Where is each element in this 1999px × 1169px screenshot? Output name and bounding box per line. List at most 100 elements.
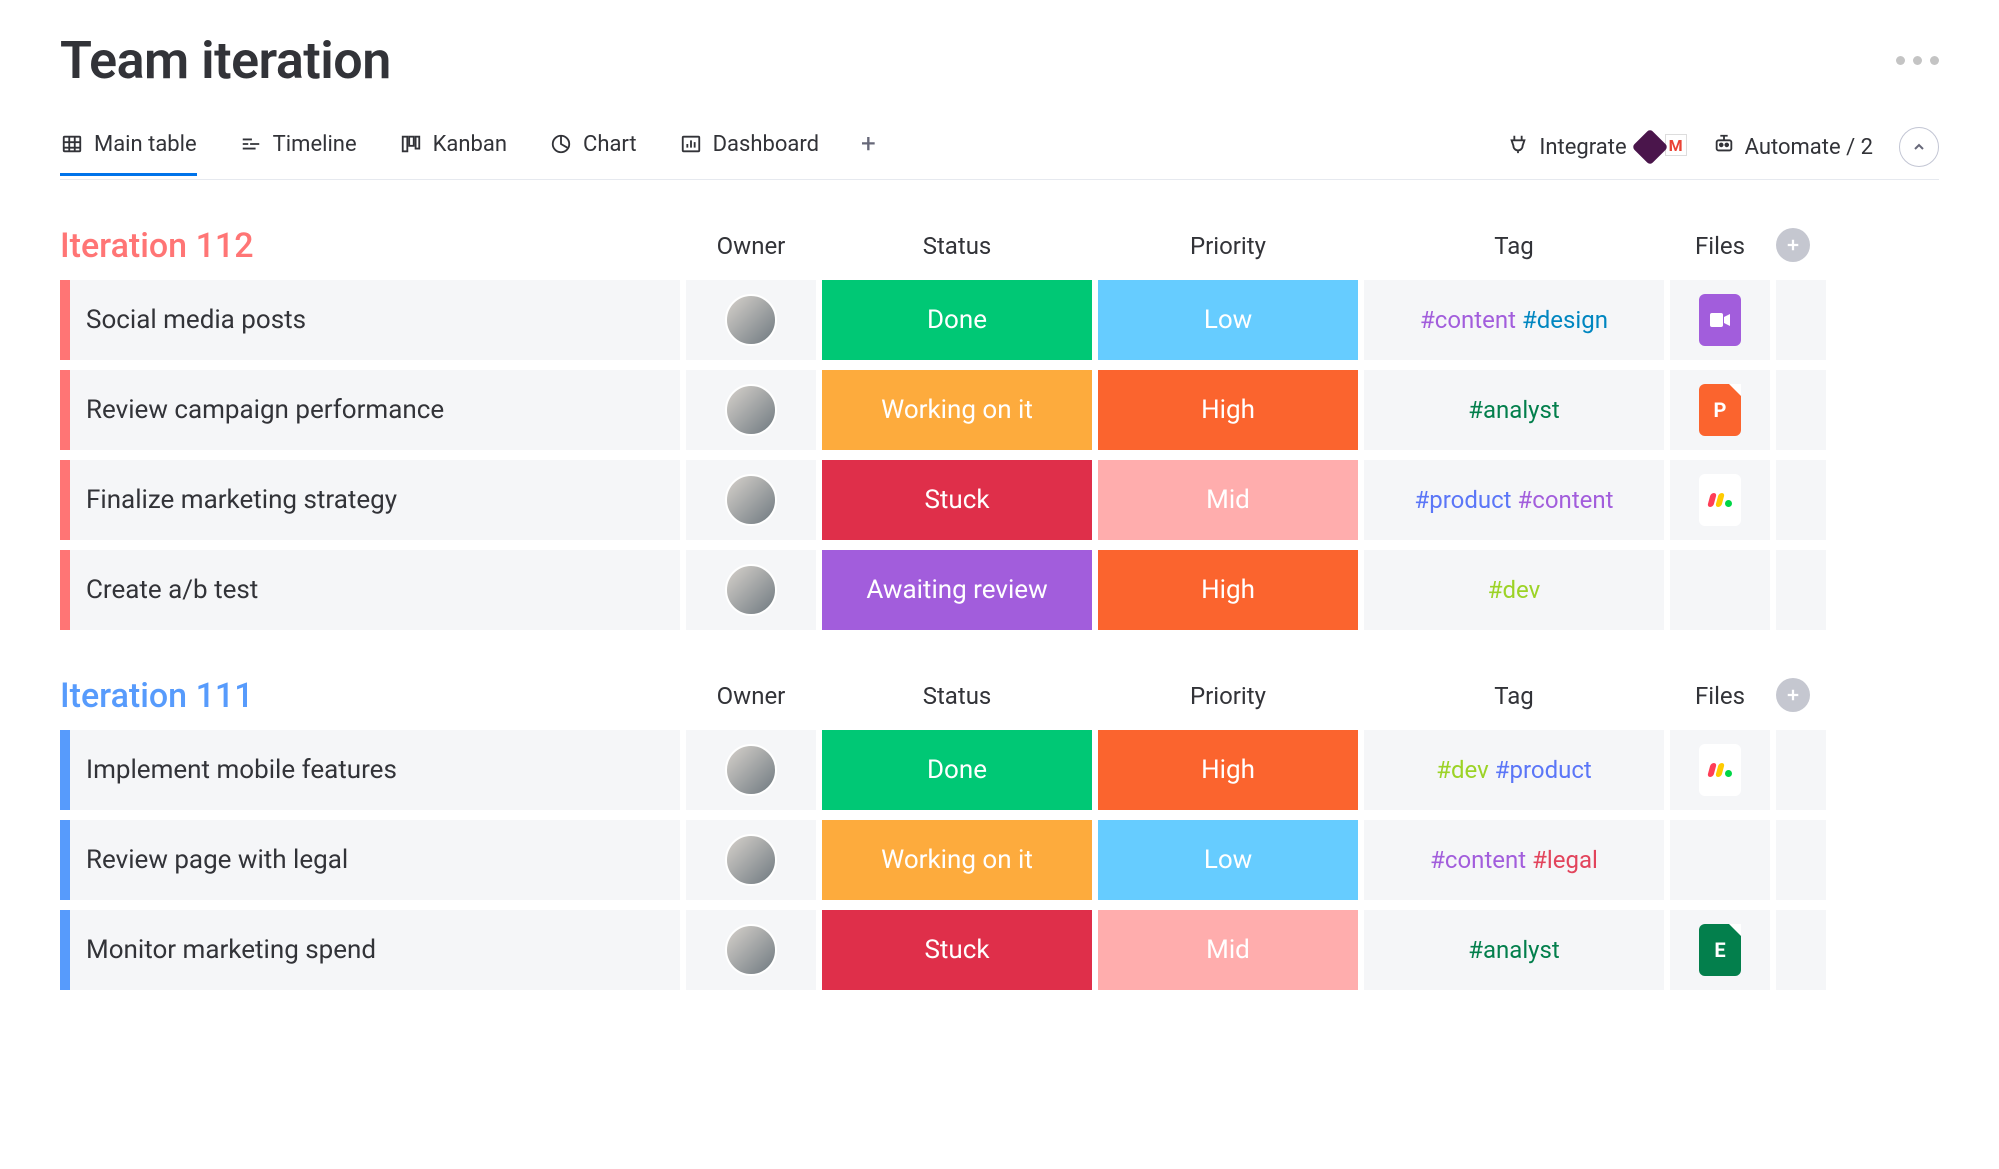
priority-cell[interactable]: Low <box>1098 280 1358 360</box>
file-cell[interactable] <box>1670 820 1770 900</box>
column-header-priority[interactable]: Priority <box>1098 682 1358 716</box>
view-tab-dashboard[interactable]: Dashboard <box>679 132 819 175</box>
owner-cell[interactable] <box>686 910 816 990</box>
column-header-status[interactable]: Status <box>822 682 1092 716</box>
add-column-button[interactable] <box>1776 228 1810 262</box>
file-cell[interactable] <box>1670 460 1770 540</box>
owner-cell[interactable] <box>686 820 816 900</box>
table-row[interactable]: Monitor marketing spend StuckMid #analyst E <box>60 910 1939 990</box>
avatar <box>725 744 777 796</box>
row-extra-cell <box>1776 910 1826 990</box>
column-header-owner[interactable]: Owner <box>686 682 816 716</box>
views-bar: Main tableTimelineKanbanChartDashboard+ … <box>60 127 1939 180</box>
avatar <box>725 384 777 436</box>
column-header-tag[interactable]: Tag <box>1364 232 1664 266</box>
view-tab-chart[interactable]: Chart <box>549 132 637 175</box>
collapse-button[interactable] <box>1899 127 1939 167</box>
file-cell[interactable] <box>1670 550 1770 630</box>
task-name-cell[interactable]: Implement mobile features <box>60 730 680 810</box>
file-cell[interactable] <box>1670 280 1770 360</box>
view-tab-label: Kanban <box>433 132 507 157</box>
tag-cell[interactable]: #content#design <box>1364 280 1664 360</box>
group: Iteration 111OwnerStatusPriorityTagFiles… <box>60 676 1939 990</box>
tag[interactable]: #product <box>1495 756 1592 784</box>
view-tab-kanban[interactable]: Kanban <box>399 132 507 175</box>
column-header-files[interactable]: Files <box>1670 232 1770 266</box>
add-view-button[interactable]: + <box>861 129 876 177</box>
file-icon: P <box>1699 384 1741 436</box>
owner-cell[interactable] <box>686 730 816 810</box>
column-header-files[interactable]: Files <box>1670 682 1770 716</box>
priority-cell[interactable]: High <box>1098 550 1358 630</box>
file-icon: E <box>1699 924 1741 976</box>
task-name-cell[interactable]: Monitor marketing spend <box>60 910 680 990</box>
task-name-cell[interactable]: Finalize marketing strategy <box>60 460 680 540</box>
task-name-cell[interactable]: Create a/b test <box>60 550 680 630</box>
owner-cell[interactable] <box>686 460 816 540</box>
tag[interactable]: #analyst <box>1468 936 1560 964</box>
kanban-icon <box>399 132 423 156</box>
tag[interactable]: #design <box>1522 306 1608 334</box>
file-cell[interactable]: P <box>1670 370 1770 450</box>
priority-cell[interactable]: Mid <box>1098 910 1358 990</box>
view-tab-label: Chart <box>583 132 637 157</box>
tag-cell[interactable]: #dev#product <box>1364 730 1664 810</box>
status-cell[interactable]: Stuck <box>822 910 1092 990</box>
status-cell[interactable]: Awaiting review <box>822 550 1092 630</box>
priority-cell[interactable]: Low <box>1098 820 1358 900</box>
file-cell[interactable] <box>1670 730 1770 810</box>
more-options-button[interactable] <box>1896 56 1939 65</box>
view-tab-timeline[interactable]: Timeline <box>239 132 357 175</box>
view-tab-main-table[interactable]: Main table <box>60 132 197 175</box>
column-header-owner[interactable]: Owner <box>686 232 816 266</box>
status-cell[interactable]: Working on it <box>822 820 1092 900</box>
row-extra-cell <box>1776 370 1826 450</box>
priority-cell[interactable]: High <box>1098 730 1358 810</box>
table-row[interactable]: Review page with legalWorking on itLow#c… <box>60 820 1939 900</box>
tag[interactable]: #analyst <box>1468 396 1560 424</box>
column-header-status[interactable]: Status <box>822 232 1092 266</box>
tag[interactable]: #product <box>1415 486 1512 514</box>
tag[interactable]: #legal <box>1532 846 1598 874</box>
automate-button[interactable]: Automate / 2 <box>1713 133 1873 161</box>
tag[interactable]: #content <box>1420 306 1516 334</box>
tag[interactable]: #content <box>1518 486 1614 514</box>
table-row[interactable]: Finalize marketing strategyStuckMid#prod… <box>60 460 1939 540</box>
owner-cell[interactable] <box>686 550 816 630</box>
file-icon <box>1699 474 1741 526</box>
column-header-tag[interactable]: Tag <box>1364 682 1664 716</box>
tag-cell[interactable]: #analyst <box>1364 370 1664 450</box>
task-name-cell[interactable]: Social media posts <box>60 280 680 360</box>
task-name-cell[interactable]: Review campaign performance <box>60 370 680 450</box>
status-cell[interactable]: Done <box>822 730 1092 810</box>
tag[interactable]: #content <box>1430 846 1526 874</box>
status-cell[interactable]: Stuck <box>822 460 1092 540</box>
board-title[interactable]: Team iteration <box>60 30 391 91</box>
status-cell[interactable]: Working on it <box>822 370 1092 450</box>
status-cell[interactable]: Done <box>822 280 1092 360</box>
view-tab-label: Main table <box>94 132 197 157</box>
tag[interactable]: #dev <box>1436 756 1489 784</box>
tag-cell[interactable]: #product#content <box>1364 460 1664 540</box>
owner-cell[interactable] <box>686 370 816 450</box>
table-row[interactable]: Review campaign performance Working on it… <box>60 370 1939 450</box>
table-row[interactable]: Social media postsDoneLow#content#design <box>60 280 1939 360</box>
tag-cell[interactable]: #content#legal <box>1364 820 1664 900</box>
priority-cell[interactable]: Mid <box>1098 460 1358 540</box>
file-cell[interactable]: E <box>1670 910 1770 990</box>
robot-icon <box>1713 133 1735 161</box>
table-row[interactable]: Create a/b test Awaiting reviewHigh #dev <box>60 550 1939 630</box>
tag-cell[interactable]: #analyst <box>1364 910 1664 990</box>
group-title[interactable]: Iteration 111 <box>60 676 680 716</box>
view-tab-label: Dashboard <box>713 132 819 157</box>
tag[interactable]: #dev <box>1488 576 1541 604</box>
table-row[interactable]: Implement mobile featuresDoneHigh#dev#pr… <box>60 730 1939 810</box>
group-title[interactable]: Iteration 112 <box>60 226 680 266</box>
add-column-button[interactable] <box>1776 678 1810 712</box>
task-name-cell[interactable]: Review page with legal <box>60 820 680 900</box>
tag-cell[interactable]: #dev <box>1364 550 1664 630</box>
owner-cell[interactable] <box>686 280 816 360</box>
priority-cell[interactable]: High <box>1098 370 1358 450</box>
column-header-priority[interactable]: Priority <box>1098 232 1358 266</box>
integrate-button[interactable]: Integrate M <box>1507 133 1686 161</box>
